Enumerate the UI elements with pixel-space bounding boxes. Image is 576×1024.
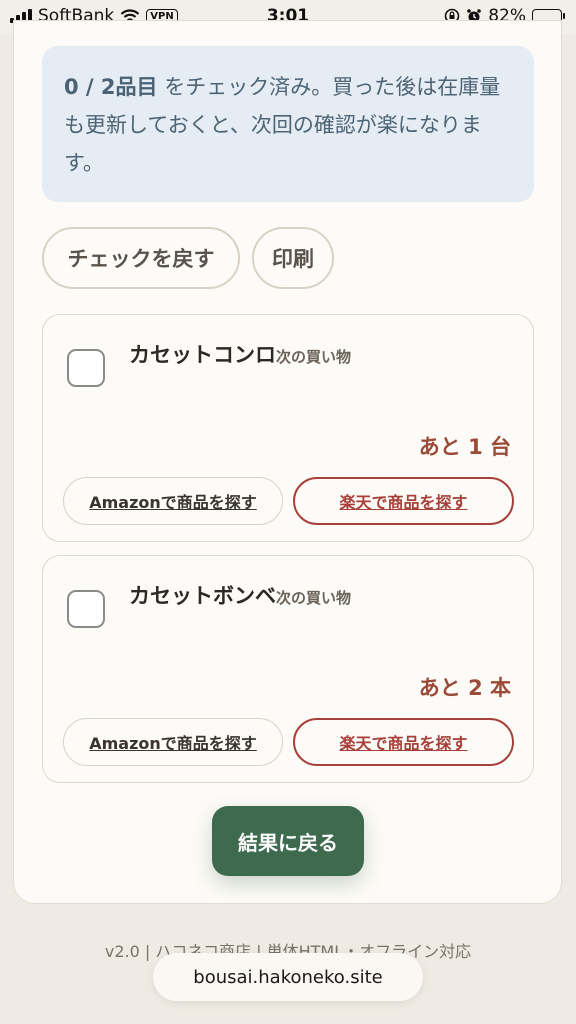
item-name: カセットコンロ次の買い物: [129, 339, 351, 369]
uncheck-all-button[interactable]: チェックを戻す: [42, 227, 240, 289]
rakuten-search-link[interactable]: 楽天で商品を探す: [293, 718, 514, 766]
item-name-text: カセットコンロ: [129, 343, 276, 367]
remaining-quantity: あと 2 本: [418, 676, 511, 700]
remaining-quantity: あと 1 台: [418, 435, 511, 459]
print-button[interactable]: 印刷: [252, 227, 334, 289]
item-checkbox[interactable]: [67, 349, 105, 387]
item-name-text: カセットボンベ: [129, 584, 276, 608]
amazon-search-link[interactable]: Amazonで商品を探す: [63, 718, 283, 766]
item-tag: 次の買い物: [276, 348, 352, 366]
item-tag: 次の買い物: [276, 589, 352, 607]
item-name: カセットボンベ次の買い物: [129, 580, 351, 610]
url-bar[interactable]: bousai.hakoneko.site: [153, 953, 423, 1001]
rakuten-search-link[interactable]: 楽天で商品を探す: [293, 477, 514, 525]
checked-count: 0 / 2品目: [64, 75, 158, 99]
shopping-item: カセットコンロ次の買い物 あと 1 台 Amazonで商品を探す 楽天で商品を探…: [42, 314, 534, 542]
shopping-item: カセットボンベ次の買い物 あと 2 本 Amazonで商品を探す 楽天で商品を探…: [42, 555, 534, 783]
back-to-results-button[interactable]: 結果に戻る: [212, 806, 364, 876]
item-checkbox[interactable]: [67, 590, 105, 628]
progress-info: 0 / 2品目 をチェック済み。買った後は在庫量も更新しておくと、次回の確認が楽…: [42, 46, 534, 202]
amazon-search-link[interactable]: Amazonで商品を探す: [63, 477, 283, 525]
